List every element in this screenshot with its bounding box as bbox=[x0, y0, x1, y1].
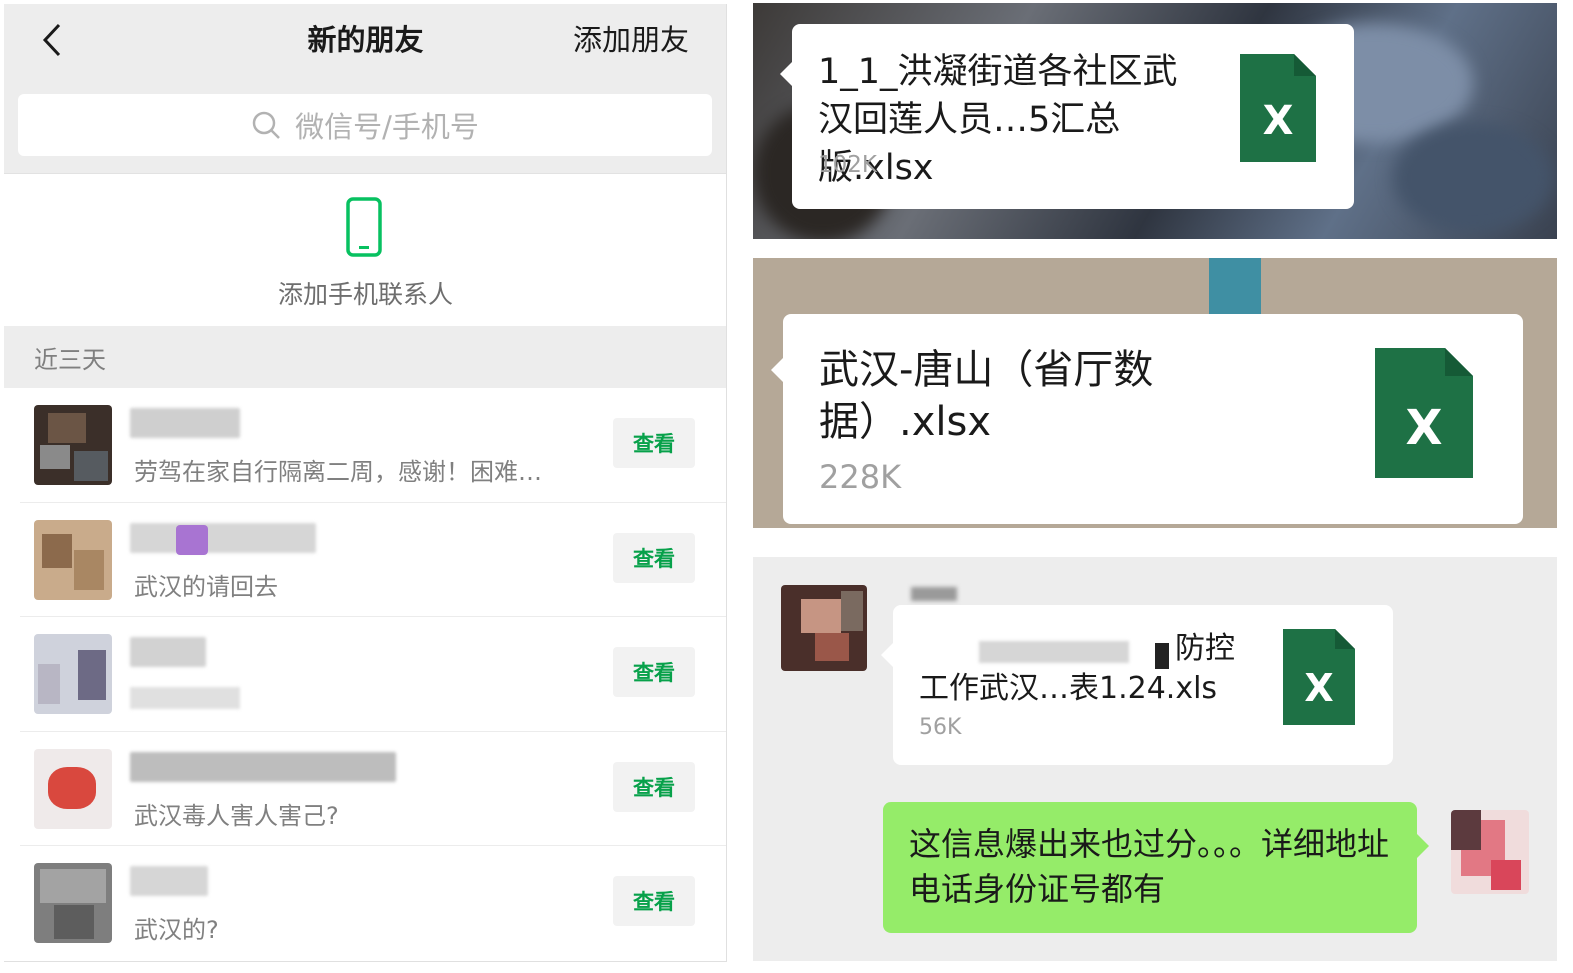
add-phone-contacts-button[interactable]: 添加手机联系人 bbox=[4, 175, 726, 325]
file-message-card[interactable]: 武汉-唐山（省厅数据）.xlsx 228K X bbox=[771, 314, 1523, 524]
avatar bbox=[34, 405, 112, 485]
file-name: 武汉-唐山（省厅数据）.xlsx bbox=[819, 347, 1154, 445]
friend-request-row[interactable]: 武汉的? 查看 bbox=[4, 846, 726, 961]
svg-text:X: X bbox=[1263, 98, 1294, 144]
friend-message-redacted bbox=[130, 687, 240, 709]
file-message-photo-1: 1_1_洪凝街道各社区武汉回莲人员…5汇总版.xlsx 102K X bbox=[753, 3, 1557, 239]
friend-request-row[interactable]: 武汉的请回去 查看 bbox=[4, 502, 726, 617]
friend-request-message: 武汉的? bbox=[134, 916, 219, 944]
file-message-photo-2: 武汉-唐山（省厅数据）.xlsx 228K X bbox=[753, 258, 1557, 528]
avatar[interactable] bbox=[781, 585, 867, 671]
svg-text:X: X bbox=[1405, 400, 1442, 456]
excel-file-icon: X bbox=[1240, 54, 1316, 162]
section-header: 近三天 bbox=[4, 326, 726, 388]
friend-request-message: 劳驾在家自行隔离二周，感谢！困难… bbox=[134, 458, 542, 486]
add-phone-contacts-label: 添加手机联系人 bbox=[277, 280, 453, 309]
file-size: 228K bbox=[819, 458, 902, 496]
file-size: 56K bbox=[919, 715, 962, 740]
file-name: 工作武汉…表1.24.xls bbox=[919, 671, 1218, 706]
avatar bbox=[34, 519, 112, 600]
friend-request-message: 武汉毒人害人害己? bbox=[134, 801, 339, 830]
friend-request-message: 武汉的请回去 bbox=[134, 572, 278, 601]
view-button[interactable]: 查看 bbox=[613, 418, 695, 468]
new-friends-screen: 新的朋友 添加朋友 微信号/手机号 添加手机联系人 近三天 劳驾在家自行隔离二周… bbox=[4, 4, 727, 962]
friend-name-redacted bbox=[130, 408, 240, 438]
sender-name-redacted bbox=[911, 587, 957, 601]
avatar bbox=[34, 634, 112, 714]
header-area: 新的朋友 添加朋友 微信号/手机号 bbox=[4, 4, 726, 174]
search-placeholder: 微信号/手机号 bbox=[295, 110, 479, 144]
view-button[interactable]: 查看 bbox=[613, 876, 695, 926]
excel-file-icon: X bbox=[1375, 348, 1473, 478]
friend-name-redacted bbox=[130, 866, 208, 896]
mobile-phone-icon bbox=[346, 197, 382, 257]
add-friend-button[interactable]: 添加朋友 bbox=[573, 18, 689, 62]
search-input[interactable]: 微信号/手机号 bbox=[18, 94, 712, 156]
avatar bbox=[34, 863, 112, 943]
friend-request-row[interactable]: 查看 bbox=[4, 617, 726, 732]
file-name-fragment: 防控 bbox=[1175, 631, 1235, 666]
file-size: 102K bbox=[818, 152, 877, 178]
message-text: 这信息爆出来也过分。。。详细地址电话身份证号都有 bbox=[909, 825, 1390, 908]
background-pole bbox=[1209, 258, 1261, 318]
friend-request-row[interactable]: 武汉毒人害人害己? 查看 bbox=[4, 731, 726, 846]
sent-message-bubble[interactable]: 这信息爆出来也过分。。。详细地址电话身份证号都有 bbox=[883, 802, 1429, 933]
view-button[interactable]: 查看 bbox=[613, 532, 695, 583]
search-icon bbox=[252, 111, 280, 139]
purple-emoji-redacted bbox=[176, 524, 208, 555]
view-button[interactable]: 查看 bbox=[613, 647, 695, 697]
chat-screenshot: 防控 工作武汉…表1.24.xls 56K X 这信息爆出来也过分。。。详细地址… bbox=[753, 557, 1557, 961]
avatar[interactable] bbox=[1451, 810, 1529, 894]
file-name-redacted bbox=[979, 641, 1129, 663]
friend-request-row[interactable]: 劳驾在家自行隔离二周，感谢！困难… 查看 bbox=[4, 388, 726, 503]
excel-file-icon: X bbox=[1283, 629, 1355, 725]
file-message-card[interactable]: 1_1_洪凝街道各社区武汉回莲人员…5汇总版.xlsx 102K X bbox=[780, 24, 1354, 209]
view-button[interactable]: 查看 bbox=[613, 761, 695, 812]
friend-name-redacted bbox=[130, 637, 206, 667]
svg-text:X: X bbox=[1304, 666, 1333, 710]
friend-request-list: 劳驾在家自行隔离二周，感谢！困难… 查看 武汉的请回去 查看 查看 武汉毒人害人… bbox=[4, 388, 726, 961]
friend-name-redacted bbox=[130, 522, 316, 553]
friend-name-redacted bbox=[130, 751, 396, 782]
file-name-redacted bbox=[1155, 643, 1169, 669]
avatar bbox=[34, 748, 112, 829]
section-label: 近三天 bbox=[34, 346, 106, 374]
file-message-card[interactable]: 防控 工作武汉…表1.24.xls 56K X bbox=[881, 605, 1393, 765]
